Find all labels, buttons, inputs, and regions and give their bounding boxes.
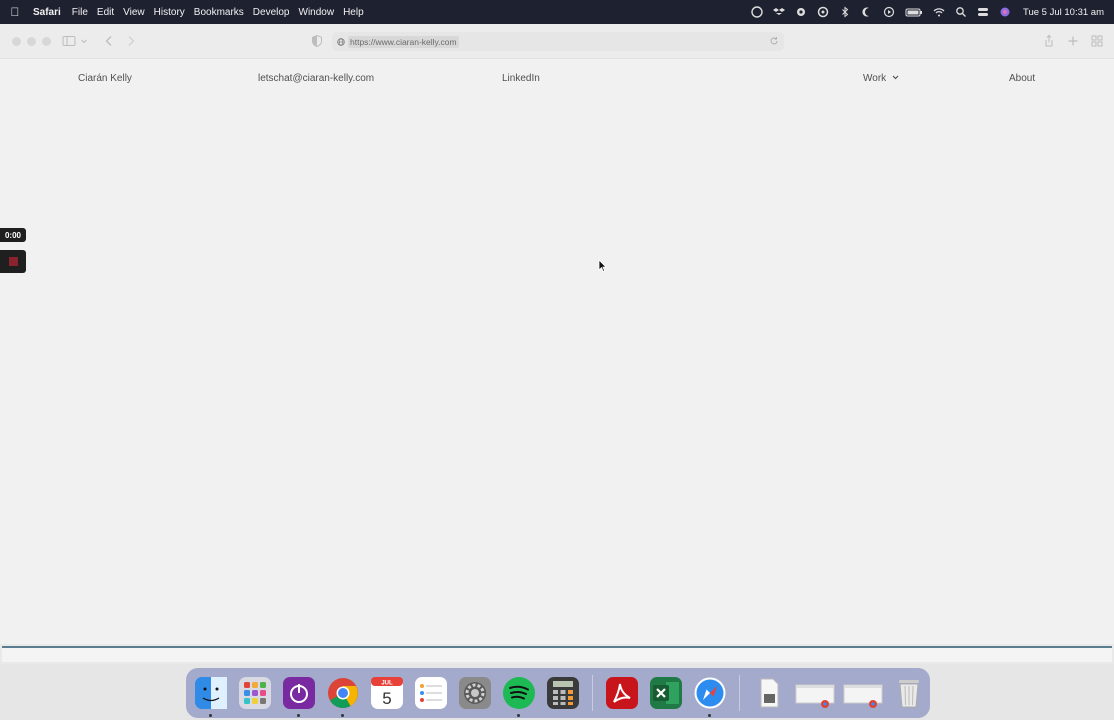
work-dropdown-label: Work <box>863 73 887 84</box>
reminders-dock-icon[interactable] <box>412 674 450 712</box>
work-dropdown[interactable]: Work <box>863 73 899 84</box>
window-controls <box>12 37 51 46</box>
menu-window[interactable]: Window <box>299 7 344 18</box>
power-app-dock-icon[interactable] <box>280 674 318 717</box>
back-button[interactable] <box>102 34 116 48</box>
document-file-dock-icon[interactable] <box>750 674 788 712</box>
calendar-day: 5 <box>382 689 391 708</box>
share-icon[interactable] <box>1042 34 1056 48</box>
creative-cloud-icon[interactable] <box>751 6 763 18</box>
chevron-down-icon[interactable] <box>80 34 88 48</box>
battery-icon[interactable] <box>905 6 923 18</box>
gear-icon[interactable] <box>795 6 807 18</box>
site-name-link[interactable]: Ciarán Kelly <box>78 73 132 84</box>
reload-icon[interactable] <box>769 36 779 46</box>
dock-separator <box>592 675 593 711</box>
play-circle-icon[interactable] <box>883 6 895 18</box>
apple-menu-icon[interactable]:  <box>0 5 30 19</box>
window-bottom-edge <box>0 644 1114 666</box>
globe-icon <box>337 37 345 46</box>
linkedin-link[interactable]: LinkedIn <box>502 73 540 84</box>
excel-dock-icon[interactable] <box>647 674 685 712</box>
siri-icon[interactable] <box>999 6 1011 18</box>
minimize-window-button[interactable] <box>27 37 36 46</box>
chrome-dock-icon[interactable] <box>324 674 362 717</box>
tab-overview-icon[interactable] <box>1090 34 1104 48</box>
menu-file[interactable]: File <box>72 7 97 18</box>
calendar-month: JUL <box>381 681 393 687</box>
browser-toolbar: https://www.ciaran-kelly.com <box>0 24 1114 59</box>
web-page: Ciarán Kelly letschat@ciaran-kelly.com L… <box>0 60 1114 644</box>
minimized-chrome-window-icon[interactable] <box>794 674 836 712</box>
dropbox-icon[interactable] <box>773 6 786 18</box>
chevron-down-icon <box>892 75 899 80</box>
menu-edit[interactable]: Edit <box>97 7 123 18</box>
menu-bar-clock[interactable]: Tue 5 Jul 10:31 am <box>1023 7 1104 18</box>
running-indicator <box>297 714 300 717</box>
address-url[interactable]: https://www.ciaran-kelly.com <box>348 35 459 48</box>
new-tab-icon[interactable] <box>1066 34 1080 48</box>
wifi-icon[interactable] <box>933 6 945 18</box>
privacy-shield-icon[interactable] <box>310 34 324 48</box>
calendar-dock-icon[interactable]: JUL 5 <box>368 674 406 712</box>
address-bar[interactable]: https://www.ciaran-kelly.com <box>332 32 784 51</box>
recording-timer: 0:00 <box>0 228 26 242</box>
launchpad-dock-icon[interactable] <box>236 674 274 712</box>
vpn-icon[interactable] <box>817 6 829 18</box>
spotlight-search-icon[interactable] <box>955 6 967 18</box>
about-link[interactable]: About <box>1009 73 1035 84</box>
close-window-button[interactable] <box>12 37 21 46</box>
menu-help[interactable]: Help <box>343 7 373 18</box>
running-indicator <box>708 714 711 717</box>
stop-recording-button[interactable] <box>0 250 26 273</box>
calculator-dock-icon[interactable] <box>544 674 582 712</box>
zoom-window-button[interactable] <box>42 37 51 46</box>
menu-history[interactable]: History <box>154 7 194 18</box>
menu-bookmarks[interactable]: Bookmarks <box>194 7 253 18</box>
mouse-cursor-icon <box>598 259 607 272</box>
menu-develop[interactable]: Develop <box>253 7 299 18</box>
horizontal-scrollbar[interactable] <box>2 646 1112 662</box>
dock: JUL 5 <box>186 668 930 718</box>
finder-dock-icon[interactable] <box>192 674 230 717</box>
menu-view[interactable]: View <box>123 7 154 18</box>
acrobat-dock-icon[interactable] <box>603 674 641 712</box>
system-preferences-dock-icon[interactable] <box>456 674 494 712</box>
email-link[interactable]: letschat@ciaran-kelly.com <box>258 73 374 84</box>
running-indicator <box>209 714 212 717</box>
trash-dock-icon[interactable] <box>890 674 928 712</box>
spotify-dock-icon[interactable] <box>500 674 538 717</box>
stop-icon <box>8 257 18 266</box>
running-indicator <box>341 714 344 717</box>
moon-icon[interactable] <box>861 6 873 18</box>
dock-separator <box>739 675 740 711</box>
menu-bar:  Safari File Edit View History Bookmark… <box>0 0 1114 24</box>
sidebar-toggle-icon[interactable] <box>62 34 76 48</box>
control-center-icon[interactable] <box>977 6 989 18</box>
forward-button[interactable] <box>124 34 138 48</box>
safari-dock-icon[interactable] <box>691 674 729 717</box>
menu-app-safari[interactable]: Safari <box>30 7 72 18</box>
bluetooth-icon[interactable] <box>839 6 851 18</box>
running-indicator <box>517 714 520 717</box>
minimized-chrome-window-icon[interactable] <box>842 674 884 712</box>
status-tray: Tue 5 Jul 10:31 am <box>751 6 1114 18</box>
